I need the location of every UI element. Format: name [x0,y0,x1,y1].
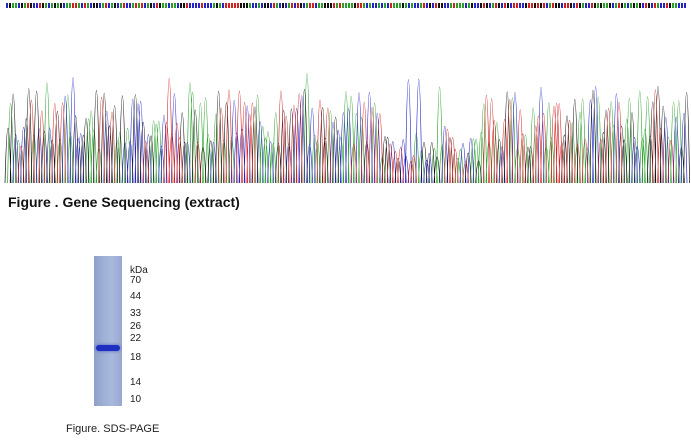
marker-10: 10 [130,394,142,405]
marker-26: 26 [130,321,142,332]
marker-44: 44 [130,291,142,302]
sequencing-chromatogram [0,0,691,190]
protein-band [96,345,120,351]
sequencing-figure-title: Figure . Gene Sequencing (extract) [8,194,240,210]
trace-g [4,86,690,184]
chromatogram-plot [4,3,690,184]
sds-page-caption: Figure. SDS-PAGE [66,423,160,435]
sds-page-gel: kDa 70 44 33 26 22 18 14 10 [94,256,214,410]
marker-70: 70 [130,275,142,286]
marker-33: 33 [130,308,142,319]
marker-22: 22 [130,333,142,344]
gel-lane [94,256,122,406]
marker-14: 14 [130,377,142,388]
marker-18: 18 [130,352,142,363]
base-call-strip [6,3,686,8]
